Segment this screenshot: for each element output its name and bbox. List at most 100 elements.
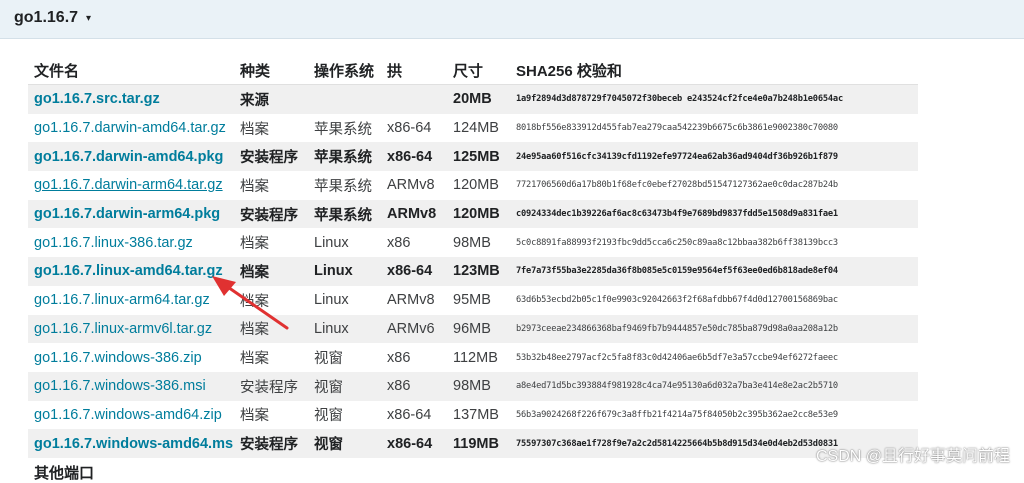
cell-kind: 档案	[240, 236, 269, 253]
cell-arch: ARMv8	[387, 177, 435, 194]
cell-kind: 安装程序	[234, 371, 308, 401]
cell-filename: go1.16.7.darwin-arm64.tar.gz	[28, 171, 234, 200]
column-header-filename: 文件名	[28, 56, 234, 85]
table-row: go1.16.7.src.tar.gz 来源 20MB 1a9f2894d3d8787…	[28, 84, 918, 114]
column-header-size: 尺寸	[447, 56, 510, 85]
cell-size: 20MB	[447, 84, 510, 114]
other-ports-heading: 其他端口	[34, 465, 95, 482]
cell-size: 112MB	[453, 349, 498, 366]
cell-os: 苹果系统	[308, 199, 381, 229]
cell-os	[308, 84, 381, 114]
version-title[interactable]: go1.16.7	[14, 9, 78, 27]
cell-filename: go1.16.7.darwin-amd64.tar.gz	[28, 114, 234, 143]
cell-arch	[381, 84, 447, 114]
cell-filename: go1.16.7.windows-386.msi	[28, 371, 234, 401]
cell-kind: 档案	[240, 351, 269, 368]
table-row: go1.16.7.darwin-arm64.pkg 安装程序 苹果系统 ARMv8 12…	[28, 199, 918, 229]
table-row: go1.16.7.windows-386.zip 档案 视窗 x86 112MB 53b3…	[28, 343, 918, 372]
cell-filename: go1.16.7.linux-armv6l.tar.gz	[28, 314, 234, 344]
cell-arch: x86-64	[381, 429, 447, 458]
cell-size: 119MB	[447, 429, 510, 458]
chevron-down-icon[interactable]: ▾	[86, 13, 91, 24]
download-link[interactable]: go1.16.7.src.tar.gz	[34, 91, 160, 107]
table-row: go1.16.7.linux-amd64.tar.gz 档案 Linux x86-64…	[28, 257, 918, 286]
cell-size: 120MB	[453, 177, 499, 194]
table-row: go1.16.7.windows-amd64.msi 安装程序 视窗 x86-64 11…	[28, 429, 918, 458]
cell-size: 98MB	[453, 234, 491, 251]
cell-sha256: 1a9f2894d3d878729f7045072f30beceb e24352…	[510, 84, 918, 114]
download-link[interactable]: go1.16.7.windows-amd64.msi	[34, 436, 234, 452]
cell-size: 123MB	[447, 257, 510, 286]
version-header[interactable]: go1.16.7 ▾	[0, 0, 1024, 39]
cell-kind: 档案	[240, 293, 269, 310]
download-link[interactable]: go1.16.7.linux-amd64.tar.gz	[34, 263, 223, 279]
cell-os: 苹果系统	[314, 178, 372, 195]
download-link[interactable]: go1.16.7.linux-386.tar.gz	[34, 235, 193, 251]
cell-sha256: 24e95aa60f516cfc34139cfd1192efe97724ea62…	[510, 142, 918, 172]
cell-os: 视窗	[314, 408, 343, 425]
cell-filename: go1.16.7.windows-amd64.msi	[28, 429, 234, 458]
cell-os: 视窗	[308, 429, 381, 458]
cell-kind: 档案	[240, 178, 269, 195]
column-header-kind: 种类	[234, 56, 308, 85]
table-row: go1.16.7.linux-armv6l.tar.gz 档案 Linux ARMv6…	[28, 314, 918, 344]
download-link[interactable]: go1.16.7.darwin-amd64.tar.gz	[34, 120, 226, 136]
cell-os: Linux	[308, 257, 381, 286]
cell-kind: 安装程序	[234, 199, 308, 229]
cell-os: 视窗	[308, 371, 381, 401]
cell-kind: 档案	[234, 314, 308, 344]
cell-arch: ARMv6	[381, 314, 447, 344]
cell-filename: go1.16.7.windows-amd64.zip	[28, 401, 234, 430]
cell-kind: 档案	[240, 121, 269, 138]
cell-sha256: b2973ceeae234866368baf9469fb7b9444857e50…	[510, 314, 918, 344]
table-row: go1.16.7.linux-arm64.tar.gz 档案 Linux ARMv8 9…	[28, 286, 918, 315]
cell-kind: 档案	[234, 257, 308, 286]
cell-sha256: 53b32b48ee2797acf2c5fa8f83c0d42406ae6b5d…	[516, 352, 838, 363]
cell-size: 95MB	[453, 292, 491, 309]
table-header-row: 文件名 种类 操作系统 拱 尺寸 SHA256 校验和	[28, 56, 918, 85]
table-row: go1.16.7.windows-386.msi 安装程序 视窗 x86 98MB a8e…	[28, 371, 918, 401]
cell-size: 96MB	[447, 314, 510, 344]
cell-arch: x86-64	[387, 406, 432, 423]
cell-kind: 档案	[240, 408, 269, 425]
cell-sha256: a8e4ed71d5bc393884f981928c4ca74e95130a6d…	[510, 371, 918, 401]
download-link[interactable]: go1.16.7.windows-386.msi	[34, 378, 206, 394]
download-link[interactable]: go1.16.7.linux-armv6l.tar.gz	[34, 321, 212, 337]
cell-os: Linux	[308, 314, 381, 344]
cell-filename: go1.16.7.linux-amd64.tar.gz	[28, 257, 234, 286]
watermark: CSDN @且行好事莫问前程	[815, 448, 1010, 465]
download-link[interactable]: go1.16.7.darwin-amd64.pkg	[34, 149, 223, 165]
cell-arch: x86-64	[381, 142, 447, 172]
cell-os: Linux	[314, 292, 349, 309]
cell-arch: x86	[387, 234, 411, 251]
cell-sha256: 63d6b53ecbd2b05c1f0e9903c92042663f2f68af…	[516, 295, 838, 306]
table-row: go1.16.7.windows-amd64.zip 档案 视窗 x86-64 137M…	[28, 401, 918, 430]
cell-size: 120MB	[447, 199, 510, 229]
cell-arch: ARMv8	[387, 292, 435, 309]
table-row: go1.16.7.darwin-amd64.pkg 安装程序 苹果系统 x86-64 1…	[28, 142, 918, 172]
cell-os: Linux	[314, 234, 349, 251]
cell-filename: go1.16.7.darwin-arm64.pkg	[28, 199, 234, 229]
download-link[interactable]: go1.16.7.windows-386.zip	[34, 350, 202, 366]
table-row: go1.16.7.linux-386.tar.gz 档案 Linux x86 98MB 5…	[28, 228, 918, 257]
cell-os: 苹果系统	[314, 121, 372, 138]
cell-sha256: 8018bf556e833912d455fab7ea279caa542239b6…	[516, 123, 838, 134]
downloads-table: 文件名 种类 操作系统 拱 尺寸 SHA256 校验和 go1.16.7.src…	[28, 56, 918, 458]
download-link[interactable]: go1.16.7.windows-amd64.zip	[34, 407, 222, 423]
cell-kind: 来源	[234, 84, 308, 114]
cell-arch: ARMv8	[381, 199, 447, 229]
cell-kind: 安装程序	[234, 142, 308, 172]
column-header-arch: 拱	[381, 56, 447, 85]
table-row: go1.16.7.darwin-arm64.tar.gz 档案 苹果系统 ARMv8 1…	[28, 171, 918, 200]
table-row: go1.16.7.darwin-amd64.tar.gz 档案 苹果系统 x86-64…	[28, 114, 918, 143]
cell-arch: x86	[387, 349, 411, 366]
column-header-os: 操作系统	[308, 56, 381, 85]
download-link[interactable]: go1.16.7.darwin-arm64.tar.gz	[34, 177, 223, 193]
cell-sha256: 56b3a9024268f226f679c3a8ffb21f4214a75f84…	[516, 409, 838, 420]
download-link[interactable]: go1.16.7.linux-arm64.tar.gz	[34, 292, 210, 308]
cell-filename: go1.16.7.linux-arm64.tar.gz	[28, 286, 234, 315]
cell-size: 125MB	[447, 142, 510, 172]
cell-sha256: 7721706560d6a17b80b1f68efc0ebef27028bd51…	[516, 180, 838, 191]
cell-kind: 安装程序	[234, 429, 308, 458]
download-link[interactable]: go1.16.7.darwin-arm64.pkg	[34, 206, 220, 222]
